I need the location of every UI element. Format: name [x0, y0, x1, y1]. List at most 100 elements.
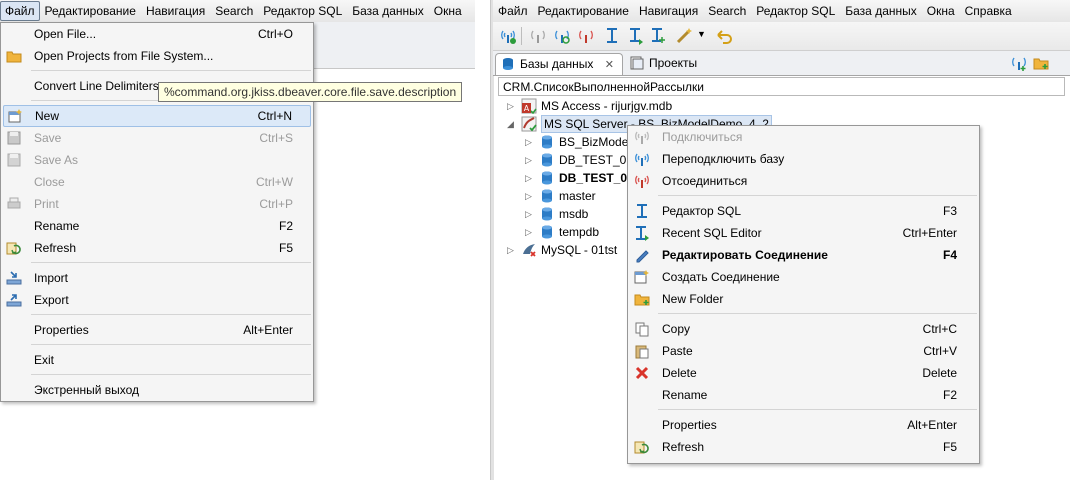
menu-item-open-projects-from-file-system[interactable]: Open Projects from File System... [1, 45, 313, 67]
menu-item-properties[interactable]: Properties Alt+Enter [628, 414, 979, 436]
menu-item-close[interactable]: Close Ctrl+W [1, 171, 313, 193]
expand-toggle-icon[interactable]: ▷ [525, 133, 535, 151]
menu-файл[interactable]: Файл [493, 2, 533, 20]
menu-separator [658, 313, 977, 314]
connect-icon[interactable] [529, 27, 547, 45]
expand-toggle-icon[interactable]: ▷ [525, 169, 535, 187]
folder-icon [6, 51, 22, 63]
undo-icon[interactable] [715, 27, 733, 45]
new-folder-icon[interactable] [1033, 55, 1049, 71]
menu-item-редактор-sql[interactable]: Редактор SQL F3 [628, 200, 979, 222]
menu-item-shortcut: Ctrl+C [922, 322, 957, 336]
database-icon [542, 153, 552, 167]
tab-databases[interactable]: Базы данных ✕ [495, 53, 623, 75]
menu-редактирование[interactable]: Редактирование [40, 2, 141, 20]
recent-sql-icon [636, 226, 649, 241]
expand-toggle-icon[interactable]: ▷ [507, 97, 517, 115]
tree-node-label: DB_TEST_01 [559, 153, 634, 167]
expand-toggle-icon[interactable]: ▷ [525, 223, 535, 241]
menu-item-refresh[interactable]: Refresh F5 [628, 436, 979, 458]
menu-item-export[interactable]: Export [1, 289, 313, 311]
menu-база-данных[interactable]: База данных [347, 2, 428, 20]
database-icon [542, 189, 552, 203]
menu-item-экстренный-выход[interactable]: Экстренный выход [1, 379, 313, 401]
menu-справка[interactable]: Справка [960, 2, 1017, 20]
mssql-icon [521, 116, 537, 132]
main-toolbar: ▼ [493, 22, 1070, 51]
menu-item-open-file[interactable]: Open File... Ctrl+O [1, 23, 313, 45]
menu-item-rename[interactable]: Rename F2 [1, 215, 313, 237]
menu-item-подключиться[interactable]: Подключиться [628, 126, 979, 148]
menu-item-refresh[interactable]: Refresh F5 [1, 237, 313, 259]
menu-item-import[interactable]: Import [1, 267, 313, 289]
reconnect-icon[interactable] [553, 27, 571, 45]
menu-item-new[interactable]: New Ctrl+N [3, 105, 311, 127]
menu-item-delete[interactable]: Delete Delete [628, 362, 979, 384]
menu-item-label: Переподключить базу [662, 152, 785, 166]
menu-item-label: Export [34, 293, 69, 307]
menu-item-переподключить-базу[interactable]: Переподключить базу [628, 148, 979, 170]
menu-item-shortcut: Ctrl+P [259, 197, 293, 211]
menu-item-label: Properties [34, 323, 89, 337]
menu-item-shortcut: F2 [942, 388, 957, 402]
menu-item-save-as[interactable]: Save As [1, 149, 313, 171]
menu-item-new-folder[interactable]: New Folder [628, 288, 979, 310]
new-connection-icon[interactable] [1011, 55, 1027, 71]
tab-projects[interactable]: Проекты [625, 53, 705, 74]
menu-редактирование[interactable]: Редактирование [533, 2, 634, 20]
tree-node-label: MS Access - rijurjgv.mdb [541, 99, 673, 113]
connect-icon[interactable] [499, 27, 517, 45]
tooltip: %command.org.jkiss.dbeaver.core.file.sav… [158, 82, 463, 102]
tree-node[interactable]: ▷ A MS Access - rijurjgv.mdb [507, 97, 1047, 115]
expand-toggle-icon[interactable]: ▷ [525, 151, 535, 169]
menu-окна[interactable]: Окна [429, 2, 467, 20]
recent-sql-icon[interactable] [627, 27, 645, 45]
menu-item-label: Refresh [34, 241, 77, 255]
tree-node-label: master [559, 189, 596, 203]
menu-item-shortcut: Ctrl+Enter [902, 226, 957, 240]
menu-навигация[interactable]: Навигация [141, 2, 210, 20]
menu-item-copy[interactable]: Copy Ctrl+C [628, 318, 979, 340]
menu-item-rename[interactable]: Rename F2 [628, 384, 979, 406]
menu-item-label: New [35, 109, 60, 123]
menu-база-данных[interactable]: База данных [840, 2, 921, 20]
magic-wand-icon[interactable] [675, 27, 693, 45]
expand-toggle-icon[interactable]: ▷ [525, 187, 535, 205]
database-icon [542, 135, 552, 149]
menu-item-save[interactable]: Save Ctrl+S [1, 127, 313, 149]
menu-item-label: Import [34, 271, 69, 285]
close-icon[interactable]: ✕ [605, 59, 614, 71]
disconnect-icon [635, 175, 649, 188]
menu-search[interactable]: Search [703, 2, 751, 20]
chevron-down-icon[interactable]: ▼ [697, 29, 706, 39]
menu-окна[interactable]: Окна [922, 2, 960, 20]
menu-файл[interactable]: Файл [0, 1, 40, 21]
expand-toggle-icon[interactable]: ▷ [525, 205, 535, 223]
menu-separator [658, 409, 977, 410]
menu-item-paste[interactable]: Paste Ctrl+V [628, 340, 979, 362]
expand-toggle-icon[interactable]: ▷ [507, 241, 517, 259]
disconnect-icon[interactable] [577, 27, 595, 45]
menu-item-label: Exit [34, 353, 55, 367]
sql-editor-icon[interactable] [603, 27, 621, 45]
sql-editor-icon[interactable] [649, 27, 667, 45]
menu-item-print[interactable]: Print Ctrl+P [1, 193, 313, 215]
menu-bar: Файл Редактирование Навигация Search Редакто… [0, 0, 475, 23]
expand-toggle-icon[interactable]: ◢ [507, 115, 517, 133]
menu-item-отсоединиться[interactable]: Отсоединиться [628, 170, 979, 192]
menu-item-label: Подключиться [662, 130, 743, 144]
tree-node-label: msdb [559, 207, 589, 221]
menu-редактор-sql[interactable]: Редактор SQL [751, 2, 840, 20]
tree-node-label: tempdb [559, 225, 600, 239]
menu-search[interactable]: Search [210, 2, 258, 20]
menu-item-создать-соединение[interactable]: Создать Соединение [628, 266, 979, 288]
tree-node-label: DB_TEST_02 [559, 171, 634, 185]
menu-item-exit[interactable]: Exit [1, 349, 313, 371]
menu-item-recent-sql-editor[interactable]: Recent SQL Editor Ctrl+Enter [628, 222, 979, 244]
menu-item-properties[interactable]: Properties Alt+Enter [1, 319, 313, 341]
menu-item-редактировать-соединение[interactable]: Редактировать Соединение F4 [628, 244, 979, 266]
menu-редактор-sql[interactable]: Редактор SQL [258, 2, 347, 20]
view-tabs: Базы данных ✕ Проекты [493, 51, 1070, 76]
left-screenshot: Файл Редактирование Навигация Search Редакто… [0, 0, 475, 502]
menu-навигация[interactable]: Навигация [634, 2, 703, 20]
